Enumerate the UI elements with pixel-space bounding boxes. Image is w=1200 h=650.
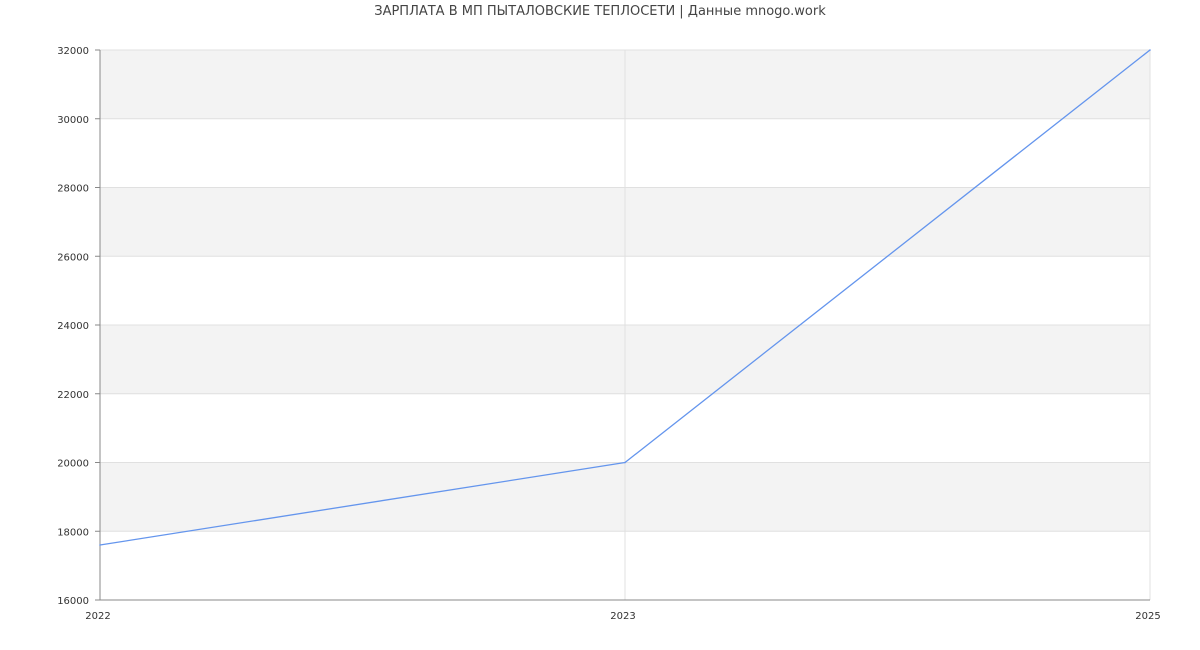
data-point-2025 (1149, 49, 1151, 51)
x-tick-labels: 2022 2023 2025 (85, 611, 1160, 622)
y-tick-label-26000: 26000 (57, 252, 89, 263)
y-tick-label-24000: 24000 (57, 321, 89, 332)
data-point-2023 (624, 461, 626, 464)
data-point-2022 (99, 544, 101, 546)
y-tick-label-28000: 28000 (57, 184, 89, 195)
y-tick-labels: 16000 18000 20000 22000 24000 26000 28000 30000… (57, 46, 89, 607)
x-tick-label-2025: 2025 (1135, 611, 1160, 622)
y-tick-label-18000: 18000 (57, 527, 89, 538)
y-tick-label-32000: 32000 (57, 46, 89, 57)
x-tick-label-2023: 2023 (610, 611, 635, 622)
y-tick-label-30000: 30000 (57, 115, 89, 126)
x-tick-label-2022: 2022 (85, 611, 110, 622)
y-tick-label-22000: 22000 (57, 390, 89, 401)
y-tick-label-16000: 16000 (57, 596, 89, 607)
line-chart: 16000 18000 20000 22000 24000 26000 28000 30000… (57, 46, 1161, 622)
y-tick-label-20000: 20000 (57, 459, 89, 470)
